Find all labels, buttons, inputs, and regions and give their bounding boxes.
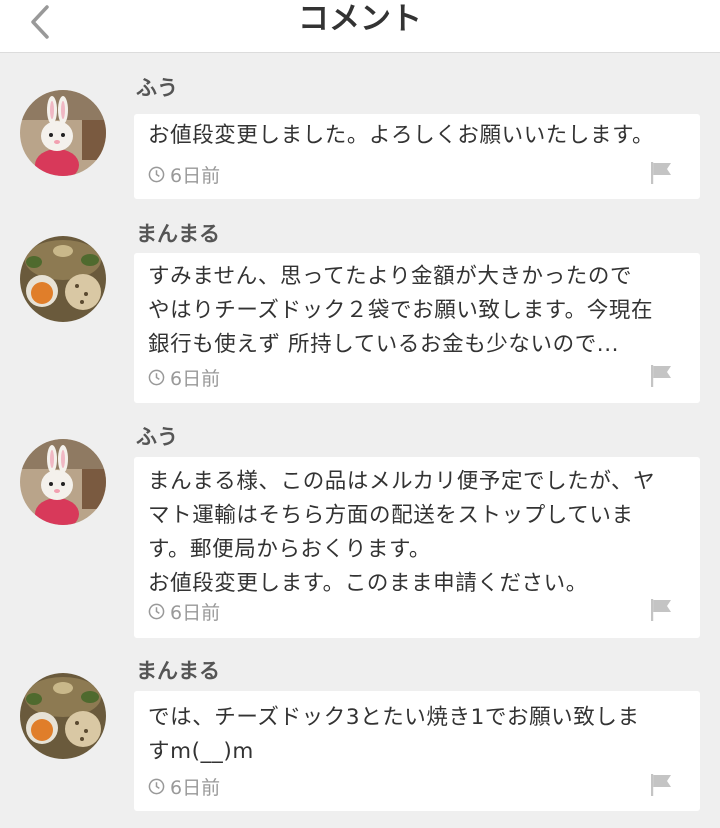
avatar[interactable] [20, 439, 106, 525]
comment-bubble: では、チーズドック3とたい焼き1でお願い致しま すm(__)m 6日前 [134, 691, 700, 811]
comment-time: 6日前 [170, 164, 221, 187]
comment-meta: 6日前 [148, 598, 220, 624]
clock-icon [148, 369, 165, 385]
report-flag-button[interactable] [650, 773, 672, 797]
food-avatar-icon [20, 673, 106, 759]
app-header: コメント [0, 0, 720, 53]
page-title: コメント [298, 1, 422, 37]
report-flag-button[interactable] [650, 161, 672, 185]
flag-icon [651, 162, 671, 184]
report-flag-button[interactable] [650, 364, 672, 388]
food-avatar-icon [20, 236, 106, 322]
comment-bubble: すみません、思ってたより金額が大きかったので やはりチーズドック２袋でお願い致し… [134, 253, 700, 403]
comment-meta: 6日前 [148, 773, 220, 799]
comment-bubble: まんまる様、この品はメルカリ便予定でしたが、ヤ マト運輸はそちら方面の配送をスト… [134, 457, 700, 638]
clock-icon [148, 166, 165, 182]
comment-time: 6日前 [170, 776, 221, 799]
clock-icon [148, 778, 165, 794]
comment-text: では、チーズドック3とたい焼き1でお願い致しま すm(__)m [148, 705, 640, 764]
avatar[interactable] [20, 673, 106, 759]
comment-text: お値段変更しました。よろしくお願いいたします。 [148, 123, 655, 148]
comment-username[interactable]: まんまる [136, 220, 220, 248]
avatar[interactable] [20, 236, 106, 322]
flag-icon [651, 774, 671, 796]
report-flag-button[interactable] [650, 598, 672, 622]
rabbit-avatar-icon [20, 439, 106, 525]
flag-icon [651, 365, 671, 387]
comment-username[interactable]: まんまる [136, 657, 220, 685]
comment-time: 6日前 [170, 601, 221, 624]
comment-text: すみません、思ってたより金額が大きかったので やはりチーズドック２袋でお願い致し… [148, 264, 654, 357]
comment-meta: 6日前 [148, 161, 220, 187]
comment-bubble: お値段変更しました。よろしくお願いいたします。 6日前 [134, 114, 700, 199]
comment-username[interactable]: ふう [136, 423, 178, 451]
comment-username[interactable]: ふう [136, 74, 178, 102]
comment-meta: 6日前 [148, 364, 220, 390]
comment-text: まんまる様、この品はメルカリ便予定でしたが、ヤ マト運輸はそちら方面の配送をスト… [148, 469, 656, 596]
rabbit-avatar-icon [20, 90, 106, 176]
clock-icon [148, 603, 165, 619]
flag-icon [651, 599, 671, 621]
comment-time: 6日前 [170, 367, 221, 390]
avatar[interactable] [20, 90, 106, 176]
